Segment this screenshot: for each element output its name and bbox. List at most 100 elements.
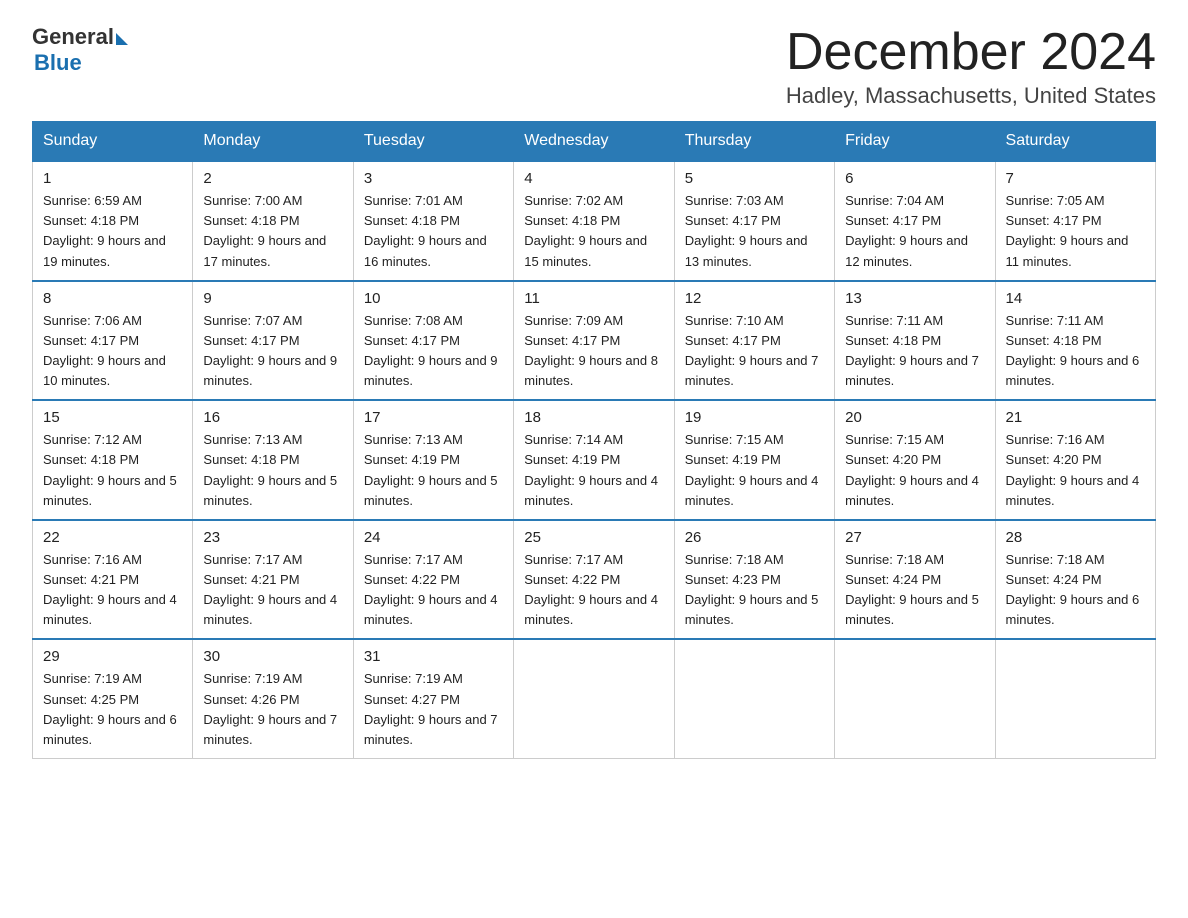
calendar-cell bbox=[835, 639, 995, 758]
day-number: 7 bbox=[1006, 170, 1145, 187]
day-number: 25 bbox=[524, 529, 663, 546]
weekday-header-row: SundayMondayTuesdayWednesdayThursdayFrid… bbox=[33, 122, 1156, 162]
day-info: Sunrise: 7:16 AMSunset: 4:21 PMDaylight:… bbox=[43, 550, 182, 631]
weekday-header-wednesday: Wednesday bbox=[514, 122, 674, 162]
day-number: 9 bbox=[203, 290, 342, 307]
day-info: Sunrise: 7:19 AMSunset: 4:25 PMDaylight:… bbox=[43, 669, 182, 750]
day-number: 18 bbox=[524, 409, 663, 426]
day-number: 15 bbox=[43, 409, 182, 426]
title-section: December 2024 Hadley, Massachusetts, Uni… bbox=[786, 24, 1156, 109]
calendar-cell: 26 Sunrise: 7:18 AMSunset: 4:23 PMDayligh… bbox=[674, 520, 834, 640]
calendar-cell bbox=[514, 639, 674, 758]
day-number: 17 bbox=[364, 409, 503, 426]
calendar-cell: 31 Sunrise: 7:19 AMSunset: 4:27 PMDayligh… bbox=[353, 639, 513, 758]
day-info: Sunrise: 7:06 AMSunset: 4:17 PMDaylight:… bbox=[43, 311, 182, 392]
location-subtitle: Hadley, Massachusetts, United States bbox=[786, 83, 1156, 109]
day-info: Sunrise: 7:08 AMSunset: 4:17 PMDaylight:… bbox=[364, 311, 503, 392]
day-number: 27 bbox=[845, 529, 984, 546]
day-info: Sunrise: 7:03 AMSunset: 4:17 PMDaylight:… bbox=[685, 191, 824, 272]
day-info: Sunrise: 7:19 AMSunset: 4:27 PMDaylight:… bbox=[364, 669, 503, 750]
week-row-2: 8Sunrise: 7:06 AMSunset: 4:17 PMDaylight… bbox=[33, 281, 1156, 401]
calendar-cell: 22 Sunrise: 7:16 AMSunset: 4:21 PMDayligh… bbox=[33, 520, 193, 640]
day-info: Sunrise: 7:04 AMSunset: 4:17 PMDaylight:… bbox=[845, 191, 984, 272]
calendar-cell: 17 Sunrise: 7:13 AMSunset: 4:19 PMDayligh… bbox=[353, 400, 513, 520]
day-info: Sunrise: 7:00 AMSunset: 4:18 PMDaylight:… bbox=[203, 191, 342, 272]
day-info: Sunrise: 7:13 AMSunset: 4:18 PMDaylight:… bbox=[203, 430, 342, 511]
day-info: Sunrise: 7:17 AMSunset: 4:22 PMDaylight:… bbox=[524, 550, 663, 631]
day-number: 23 bbox=[203, 529, 342, 546]
calendar-cell bbox=[674, 639, 834, 758]
day-info: Sunrise: 7:18 AMSunset: 4:23 PMDaylight:… bbox=[685, 550, 824, 631]
calendar-cell: 23 Sunrise: 7:17 AMSunset: 4:21 PMDayligh… bbox=[193, 520, 353, 640]
calendar-cell: 18 Sunrise: 7:14 AMSunset: 4:19 PMDayligh… bbox=[514, 400, 674, 520]
day-number: 5 bbox=[685, 170, 824, 187]
logo: General Blue bbox=[32, 24, 128, 76]
calendar-cell: 15Sunrise: 7:12 AMSunset: 4:18 PMDayligh… bbox=[33, 400, 193, 520]
month-title: December 2024 bbox=[786, 24, 1156, 81]
calendar-cell: 4 Sunrise: 7:02 AMSunset: 4:18 PMDaylight… bbox=[514, 161, 674, 281]
day-number: 21 bbox=[1006, 409, 1145, 426]
calendar-cell: 11 Sunrise: 7:09 AMSunset: 4:17 PMDayligh… bbox=[514, 281, 674, 401]
page-header: General Blue December 2024 Hadley, Massa… bbox=[32, 24, 1156, 109]
calendar-cell: 24Sunrise: 7:17 AMSunset: 4:22 PMDayligh… bbox=[353, 520, 513, 640]
day-number: 28 bbox=[1006, 529, 1145, 546]
calendar-cell: 12 Sunrise: 7:10 AMSunset: 4:17 PMDayligh… bbox=[674, 281, 834, 401]
week-row-4: 22 Sunrise: 7:16 AMSunset: 4:21 PMDayligh… bbox=[33, 520, 1156, 640]
calendar-cell: 8Sunrise: 7:06 AMSunset: 4:17 PMDaylight… bbox=[33, 281, 193, 401]
calendar-cell: 14Sunrise: 7:11 AMSunset: 4:18 PMDayligh… bbox=[995, 281, 1155, 401]
weekday-header-tuesday: Tuesday bbox=[353, 122, 513, 162]
day-number: 12 bbox=[685, 290, 824, 307]
day-number: 3 bbox=[364, 170, 503, 187]
day-number: 2 bbox=[203, 170, 342, 187]
day-number: 11 bbox=[524, 290, 663, 307]
day-info: Sunrise: 7:11 AMSunset: 4:18 PMDaylight:… bbox=[845, 311, 984, 392]
weekday-header-friday: Friday bbox=[835, 122, 995, 162]
day-number: 30 bbox=[203, 648, 342, 665]
calendar-cell: 2 Sunrise: 7:00 AMSunset: 4:18 PMDaylight… bbox=[193, 161, 353, 281]
calendar-cell: 6 Sunrise: 7:04 AMSunset: 4:17 PMDaylight… bbox=[835, 161, 995, 281]
calendar-cell: 16 Sunrise: 7:13 AMSunset: 4:18 PMDayligh… bbox=[193, 400, 353, 520]
weekday-header-saturday: Saturday bbox=[995, 122, 1155, 162]
day-number: 19 bbox=[685, 409, 824, 426]
weekday-header-sunday: Sunday bbox=[33, 122, 193, 162]
day-number: 31 bbox=[364, 648, 503, 665]
calendar-table: SundayMondayTuesdayWednesdayThursdayFrid… bbox=[32, 121, 1156, 759]
day-info: Sunrise: 7:01 AMSunset: 4:18 PMDaylight:… bbox=[364, 191, 503, 272]
logo-blue-text: Blue bbox=[34, 50, 128, 76]
calendar-cell: 30 Sunrise: 7:19 AMSunset: 4:26 PMDayligh… bbox=[193, 639, 353, 758]
day-info: Sunrise: 7:18 AMSunset: 4:24 PMDaylight:… bbox=[1006, 550, 1145, 631]
day-info: Sunrise: 6:59 AMSunset: 4:18 PMDaylight:… bbox=[43, 191, 182, 272]
calendar-cell: 19Sunrise: 7:15 AMSunset: 4:19 PMDayligh… bbox=[674, 400, 834, 520]
day-number: 14 bbox=[1006, 290, 1145, 307]
day-number: 16 bbox=[203, 409, 342, 426]
day-info: Sunrise: 7:05 AMSunset: 4:17 PMDaylight:… bbox=[1006, 191, 1145, 272]
day-info: Sunrise: 7:19 AMSunset: 4:26 PMDaylight:… bbox=[203, 669, 342, 750]
calendar-cell: 25 Sunrise: 7:17 AMSunset: 4:22 PMDayligh… bbox=[514, 520, 674, 640]
logo-general-text: General bbox=[32, 24, 114, 50]
calendar-cell bbox=[995, 639, 1155, 758]
day-info: Sunrise: 7:17 AMSunset: 4:21 PMDaylight:… bbox=[203, 550, 342, 631]
day-info: Sunrise: 7:07 AMSunset: 4:17 PMDaylight:… bbox=[203, 311, 342, 392]
day-number: 10 bbox=[364, 290, 503, 307]
day-info: Sunrise: 7:09 AMSunset: 4:17 PMDaylight:… bbox=[524, 311, 663, 392]
calendar-cell: 1Sunrise: 6:59 AMSunset: 4:18 PMDaylight… bbox=[33, 161, 193, 281]
day-number: 13 bbox=[845, 290, 984, 307]
calendar-cell: 27Sunrise: 7:18 AMSunset: 4:24 PMDayligh… bbox=[835, 520, 995, 640]
calendar-cell: 13 Sunrise: 7:11 AMSunset: 4:18 PMDayligh… bbox=[835, 281, 995, 401]
day-info: Sunrise: 7:02 AMSunset: 4:18 PMDaylight:… bbox=[524, 191, 663, 272]
day-number: 26 bbox=[685, 529, 824, 546]
day-info: Sunrise: 7:10 AMSunset: 4:17 PMDaylight:… bbox=[685, 311, 824, 392]
calendar-cell: 20Sunrise: 7:15 AMSunset: 4:20 PMDayligh… bbox=[835, 400, 995, 520]
day-number: 22 bbox=[43, 529, 182, 546]
day-info: Sunrise: 7:13 AMSunset: 4:19 PMDaylight:… bbox=[364, 430, 503, 511]
day-number: 24 bbox=[364, 529, 503, 546]
logo-triangle-icon bbox=[116, 33, 128, 45]
weekday-header-monday: Monday bbox=[193, 122, 353, 162]
day-number: 6 bbox=[845, 170, 984, 187]
calendar-cell: 5 Sunrise: 7:03 AMSunset: 4:17 PMDaylight… bbox=[674, 161, 834, 281]
calendar-cell: 7 Sunrise: 7:05 AMSunset: 4:17 PMDaylight… bbox=[995, 161, 1155, 281]
day-info: Sunrise: 7:14 AMSunset: 4:19 PMDaylight:… bbox=[524, 430, 663, 511]
day-info: Sunrise: 7:16 AMSunset: 4:20 PMDaylight:… bbox=[1006, 430, 1145, 511]
day-number: 4 bbox=[524, 170, 663, 187]
calendar-cell: 29Sunrise: 7:19 AMSunset: 4:25 PMDayligh… bbox=[33, 639, 193, 758]
